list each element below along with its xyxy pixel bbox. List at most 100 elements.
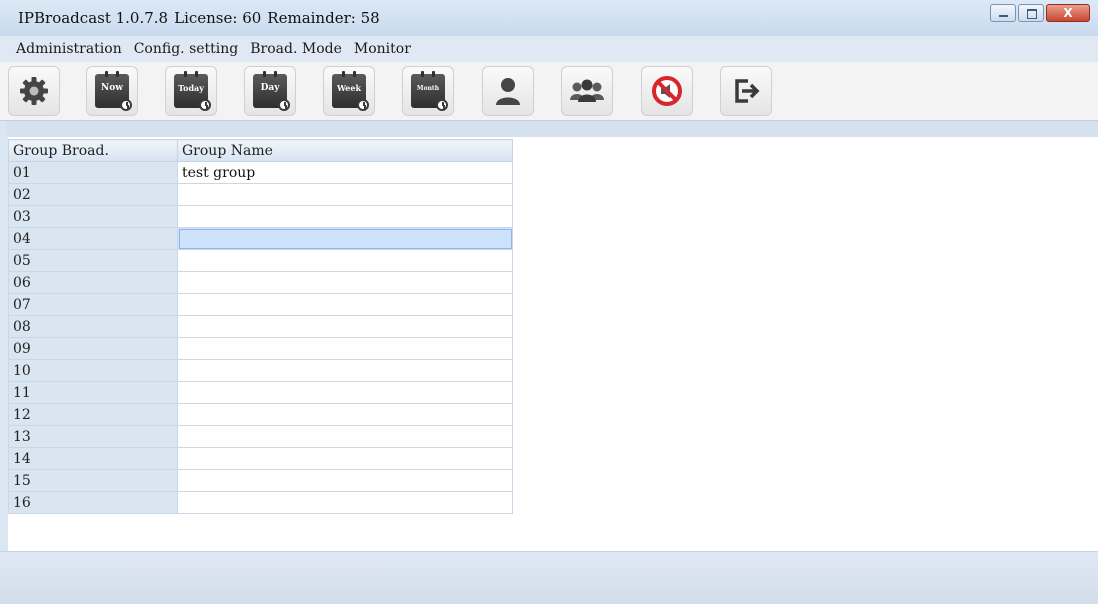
table-row[interactable]: 03 (8, 205, 513, 228)
mute-button[interactable] (641, 66, 693, 116)
table-row[interactable]: 09 (8, 337, 513, 360)
table-row[interactable]: 06 (8, 271, 513, 294)
row-number[interactable]: 06 (8, 271, 178, 294)
group-name-cell[interactable] (177, 469, 513, 492)
row-number[interactable]: 03 (8, 205, 178, 228)
table-row[interactable]: 07 (8, 293, 513, 316)
table-row[interactable]: 01 test group (8, 161, 513, 184)
window-controls: X (990, 4, 1090, 22)
table-row[interactable]: 10 (8, 359, 513, 382)
column-header-group-broad[interactable]: Group Broad. (8, 139, 178, 162)
user-icon (496, 78, 520, 105)
status-bar (0, 551, 1098, 604)
clock-icon (120, 99, 132, 111)
toolbar: Now Today Day Week Month (0, 62, 1098, 121)
group-name-cell[interactable] (177, 183, 513, 206)
exit-icon (735, 79, 760, 103)
row-number[interactable]: 15 (8, 469, 178, 492)
row-number[interactable]: 07 (8, 293, 178, 316)
row-number[interactable]: 05 (8, 249, 178, 272)
row-number[interactable]: 14 (8, 447, 178, 470)
mute-icon (652, 76, 682, 106)
menu-administration[interactable]: Administration (16, 41, 122, 57)
menu-bar: Administration Config. setting Broad. Mo… (0, 36, 1098, 62)
table-row[interactable]: 14 (8, 447, 513, 470)
table-row[interactable]: 02 (8, 183, 513, 206)
row-number[interactable]: 16 (8, 491, 178, 514)
table-row[interactable]: 05 (8, 249, 513, 272)
table-row[interactable]: 13 (8, 425, 513, 448)
title-bar: IPBroadcast 1.0.7.8 License: 60 Remainder:… (0, 0, 1098, 36)
clock-icon (199, 99, 211, 111)
table-row[interactable]: 08 (8, 315, 513, 338)
menu-config-setting[interactable]: Config. setting (134, 41, 239, 57)
title-remainder: Remainder: 58 (267, 9, 380, 27)
group-name-cell[interactable] (177, 227, 513, 250)
schedule-day-button[interactable]: Day (244, 66, 296, 116)
calendar-day-icon: Day (253, 71, 290, 111)
row-number[interactable]: 13 (8, 425, 178, 448)
table-row[interactable]: 12 (8, 403, 513, 426)
schedule-week-button[interactable]: Week (323, 66, 375, 116)
group-name-cell[interactable] (177, 381, 513, 404)
calendar-day-label: Day (260, 83, 280, 93)
group-name-cell[interactable] (177, 249, 513, 272)
settings-button[interactable] (8, 66, 60, 116)
row-number[interactable]: 01 (8, 161, 178, 184)
title-license: License: 60 (174, 9, 262, 27)
content-header-strip (6, 121, 1098, 137)
clock-icon (357, 99, 369, 111)
row-number[interactable]: 02 (8, 183, 178, 206)
group-name-cell[interactable] (177, 447, 513, 470)
row-number[interactable]: 12 (8, 403, 178, 426)
menu-broad-mode[interactable]: Broad. Mode (250, 41, 342, 57)
group-name-cell[interactable] (177, 359, 513, 382)
schedule-month-button[interactable]: Month (402, 66, 454, 116)
close-button[interactable]: X (1046, 4, 1090, 22)
group-name-cell[interactable] (177, 403, 513, 426)
clock-icon (436, 99, 448, 111)
schedule-now-button[interactable]: Now (86, 66, 138, 116)
group-name-cell[interactable] (177, 315, 513, 338)
schedule-today-button[interactable]: Today (165, 66, 217, 116)
group-button[interactable] (561, 66, 613, 116)
group-table: Group Broad. Group Name 01 test group 02 … (8, 139, 513, 514)
calendar-today-label: Today (178, 83, 204, 93)
calendar-now-icon: Now (95, 71, 132, 111)
window-title: IPBroadcast 1.0.7.8 License: 60 Remainder:… (18, 9, 386, 27)
group-name-cell[interactable]: test group (177, 161, 513, 184)
group-name-cell[interactable] (177, 491, 513, 514)
row-number[interactable]: 10 (8, 359, 178, 382)
group-name-cell[interactable] (177, 293, 513, 316)
calendar-week-label: Week (336, 83, 362, 93)
exit-button[interactable] (720, 66, 772, 116)
group-name-cell[interactable] (177, 205, 513, 228)
title-app-version: IPBroadcast 1.0.7.8 (18, 9, 169, 27)
calendar-month-label: Month (416, 85, 440, 92)
calendar-month-icon: Month (411, 71, 448, 111)
calendar-now-label: Now (101, 83, 123, 93)
clock-icon (278, 99, 290, 111)
minimize-button[interactable] (990, 4, 1016, 22)
group-name-cell[interactable] (177, 425, 513, 448)
row-number[interactable]: 11 (8, 381, 178, 404)
row-number[interactable]: 09 (8, 337, 178, 360)
group-name-cell[interactable] (177, 271, 513, 294)
menu-monitor[interactable]: Monitor (354, 41, 411, 57)
user-button[interactable] (482, 66, 534, 116)
row-number[interactable]: 08 (8, 315, 178, 338)
table-row[interactable]: 11 (8, 381, 513, 404)
group-icon (570, 79, 604, 102)
maximize-button[interactable] (1018, 4, 1044, 22)
table-row[interactable]: 15 (8, 469, 513, 492)
group-panel: Group Broad. Group Name 01 test group 02 … (8, 137, 1098, 551)
group-name-cell[interactable] (177, 337, 513, 360)
table-header-row: Group Broad. Group Name (8, 139, 513, 162)
table-row[interactable]: 16 (8, 491, 513, 514)
row-number[interactable]: 04 (8, 227, 178, 250)
calendar-today-icon: Today (174, 71, 211, 111)
calendar-week-icon: Week (332, 71, 369, 111)
column-header-group-name[interactable]: Group Name (177, 139, 513, 162)
gear-icon (20, 77, 48, 105)
table-row-selected[interactable]: 04 (8, 227, 513, 250)
